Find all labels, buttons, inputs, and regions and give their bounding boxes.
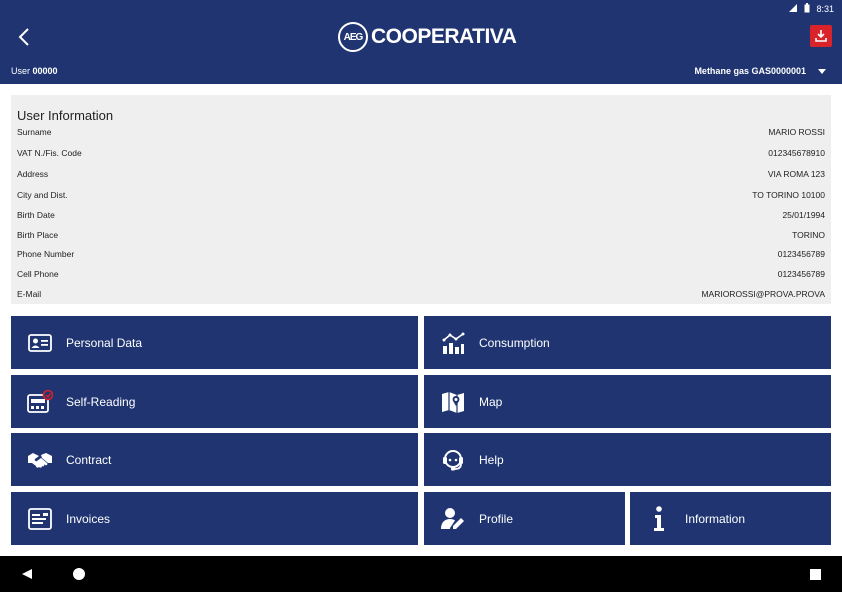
app-header: 8:31 AEG COOPERATIVA User 00000 Methane …	[0, 0, 842, 84]
nav-back-button[interactable]	[18, 565, 36, 583]
info-row: Cell Phone 0123456789	[17, 269, 825, 281]
map-label: Map	[479, 394, 503, 409]
status-bar: 8:31	[788, 2, 834, 16]
chevron-left-icon	[18, 28, 29, 46]
user-id-line: User 00000	[11, 66, 58, 76]
meter-icon	[27, 389, 53, 415]
info-label: City and Dist.	[17, 190, 68, 200]
invoices-label: Invoices	[66, 511, 111, 526]
profile-label: Profile	[479, 511, 514, 526]
battery-icon	[804, 2, 810, 16]
info-label: VAT N./Fis. Code	[17, 148, 82, 158]
info-row: E-Mail MARIOROSSI@PROVA.PROVA	[17, 289, 825, 301]
logo-text: COOPERATIVA	[371, 25, 517, 48]
info-value: TO TORINO 10100	[752, 190, 825, 200]
consumption-button[interactable]: Consumption	[424, 316, 831, 369]
info-value: TORINO	[792, 230, 825, 240]
info-label: E-Mail	[17, 289, 42, 299]
signal-icon	[788, 3, 798, 16]
self-reading-label: Self-Reading	[66, 394, 136, 409]
logo-emblem: AEG	[338, 22, 368, 52]
info-row: Phone Number 0123456789	[17, 249, 825, 261]
triangle-left-icon	[22, 569, 32, 579]
supply-selector[interactable]: Methane gas GAS0000001	[694, 66, 826, 76]
information-button[interactable]: Information	[630, 492, 831, 545]
info-row: Birth Place TORINO	[17, 230, 825, 242]
info-value: 0123456789	[777, 269, 825, 279]
map-icon	[440, 389, 466, 415]
info-row: Birth Date 25/01/1994	[17, 210, 825, 222]
self-reading-button[interactable]: Self-Reading	[11, 375, 418, 428]
nav-recents-button[interactable]	[806, 565, 824, 583]
info-value: 25/01/1994	[782, 210, 825, 220]
personal-data-button[interactable]: Personal Data	[11, 316, 418, 369]
info-label: Phone Number	[17, 249, 75, 259]
download-icon	[815, 30, 827, 42]
info-value: VIA ROMA 123	[767, 169, 825, 179]
info-label: Cell Phone	[17, 269, 59, 279]
app-logo: AEG COOPERATIVA	[338, 20, 517, 54]
square-recents-icon	[809, 568, 821, 580]
profile-button[interactable]: Profile	[424, 492, 625, 545]
nav-home-button[interactable]	[70, 565, 88, 583]
supply-label: Methane gas GAS0000001	[694, 66, 806, 76]
info-row: Surname MARIO ROSSI	[17, 127, 825, 139]
info-value: MARIOROSSI@PROVA.PROVA	[701, 289, 825, 299]
download-button[interactable]	[810, 25, 832, 47]
contract-button[interactable]: Contract	[11, 433, 418, 486]
invoice-icon	[27, 506, 53, 532]
info-row: Address VIA ROMA 123	[17, 169, 825, 181]
personal-data-label: Personal Data	[66, 335, 143, 350]
user-edit-icon	[440, 506, 466, 532]
info-title: User Information	[17, 108, 114, 123]
status-time: 8:31	[816, 4, 834, 14]
system-navigation-bar	[0, 556, 842, 592]
info-label: Birth Place	[17, 230, 59, 240]
contract-label: Contract	[66, 452, 112, 467]
info-value: MARIO ROSSI	[768, 127, 825, 137]
user-id: 00000	[32, 66, 58, 76]
info-row: VAT N./Fis. Code 012345678910	[17, 148, 825, 160]
information-label: Information	[685, 511, 746, 526]
map-button[interactable]: Map	[424, 375, 831, 428]
chart-icon	[440, 330, 466, 356]
chevron-down-icon	[818, 68, 826, 74]
consumption-label: Consumption	[479, 335, 550, 350]
info-label: Address	[17, 169, 49, 179]
id-card-icon	[27, 330, 53, 356]
invoices-button[interactable]: Invoices	[11, 492, 418, 545]
user-information-panel: User Information Surname MARIO ROSSI VAT…	[11, 95, 831, 304]
circle-home-icon	[73, 568, 85, 580]
info-icon	[646, 505, 672, 532]
info-value: 012345678910	[768, 148, 825, 158]
info-label: Birth Date	[17, 210, 55, 220]
info-label: Surname	[17, 127, 52, 137]
help-button[interactable]: Help	[424, 433, 831, 486]
help-label: Help	[479, 452, 504, 467]
info-row: City and Dist. TO TORINO 10100	[17, 190, 825, 202]
handshake-icon	[27, 447, 53, 473]
info-value: 0123456789	[777, 249, 825, 259]
support-agent-icon	[440, 447, 466, 473]
back-button[interactable]	[12, 24, 36, 50]
user-label: User	[11, 66, 31, 76]
